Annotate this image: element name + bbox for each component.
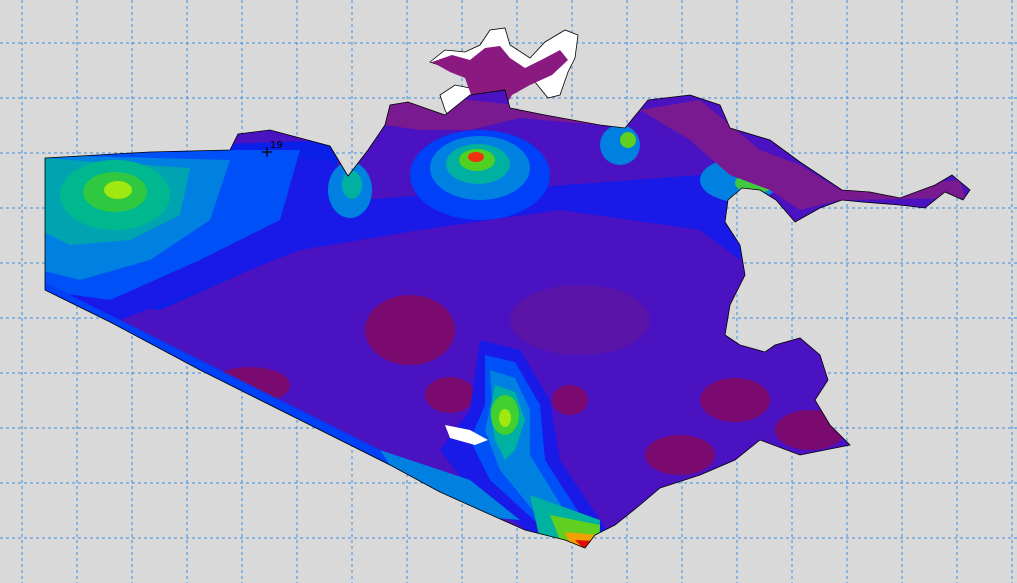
contour-map[interactable]: 19 <box>0 0 1017 583</box>
station-label: 19 <box>270 140 283 151</box>
